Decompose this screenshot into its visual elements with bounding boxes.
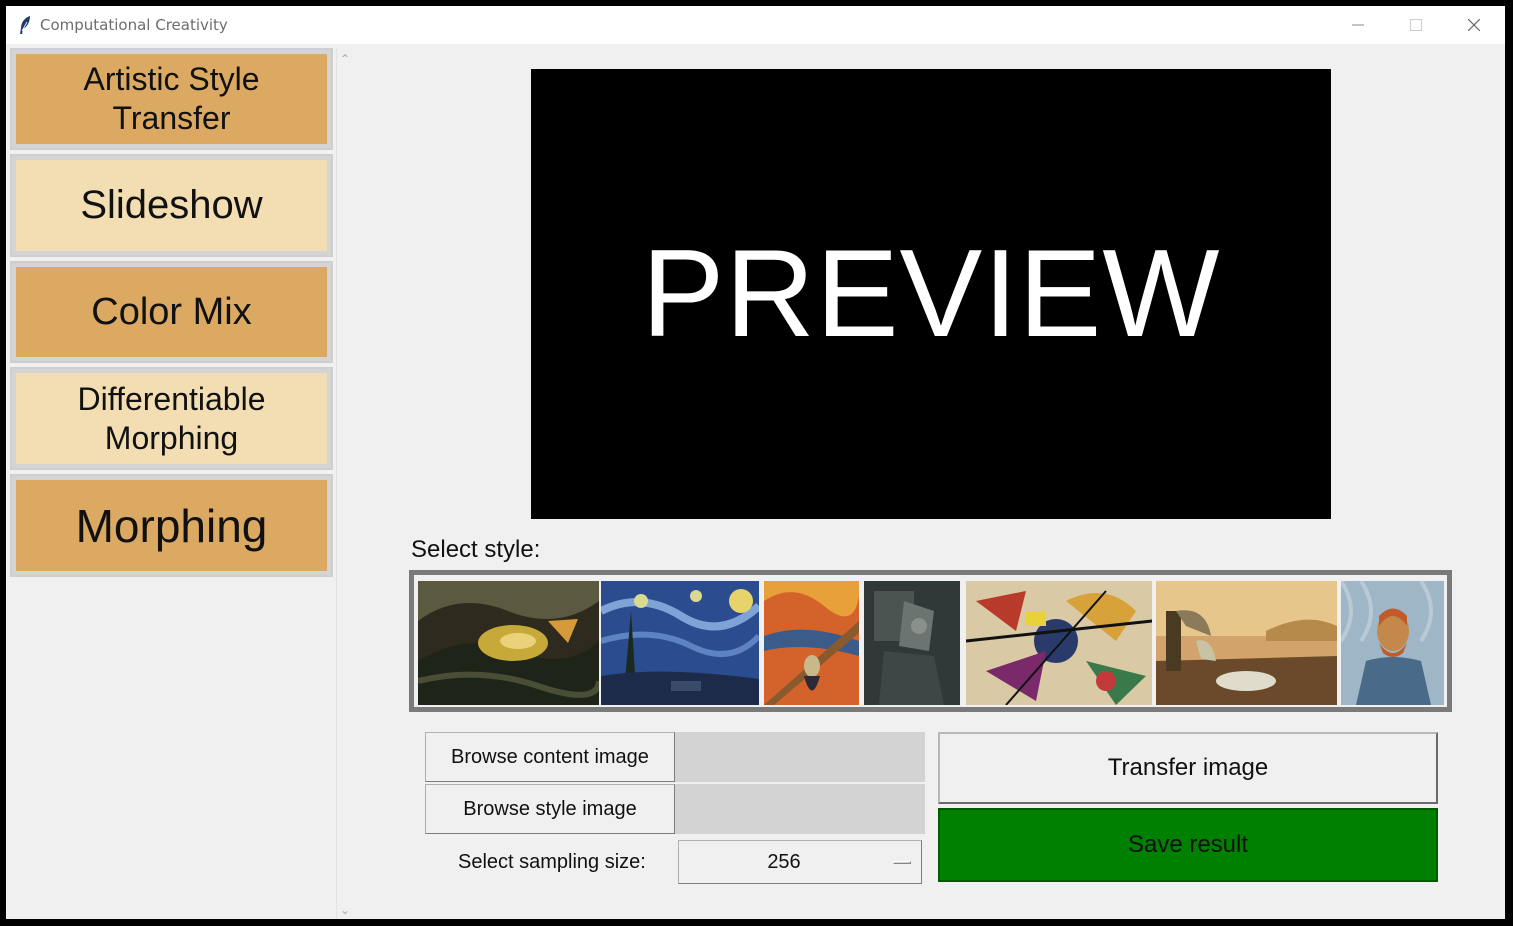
close-button[interactable] xyxy=(1445,6,1503,44)
window-title: Computational Creativity xyxy=(40,16,228,34)
browse-content-button[interactable]: Browse content image xyxy=(425,732,675,782)
turner-shipwreck-painting-icon xyxy=(418,581,599,705)
munch-scream-painting-icon xyxy=(764,581,859,705)
app-window: Computational Creativity Artistic Style … xyxy=(6,6,1505,919)
van-gogh-self-portrait-painting-icon xyxy=(1341,581,1444,705)
style-thumbnail-van-gogh-self-portrait[interactable] xyxy=(1341,581,1444,705)
option-menu-indicator-icon xyxy=(893,861,911,864)
picasso-portrait-painting-icon xyxy=(864,581,960,705)
chevron-down-icon[interactable]: ⌄ xyxy=(340,903,350,917)
transfer-image-button[interactable]: Transfer image xyxy=(938,732,1438,804)
content-path-field[interactable] xyxy=(675,732,925,782)
sidebar-item-label: Transfer xyxy=(112,100,231,136)
sidebar-item-differentiable-morphing[interactable]: Differentiable Morphing xyxy=(10,367,333,470)
minimize-icon xyxy=(1352,24,1364,26)
sampling-size-value: 256 xyxy=(767,851,801,873)
title-bar: Computational Creativity xyxy=(6,6,1505,44)
style-thumbnail-the-scream[interactable] xyxy=(764,581,859,705)
style-path-field[interactable] xyxy=(675,784,925,834)
chevron-up-icon[interactable]: ⌃ xyxy=(340,52,350,66)
maximize-icon xyxy=(1410,19,1422,31)
sidebar-item-label: Differentiable xyxy=(77,380,266,417)
sampling-size-label: Select sampling size: xyxy=(458,851,646,873)
style-thumbnail-starry-night[interactable] xyxy=(601,581,759,705)
sampling-size-select[interactable]: 256 xyxy=(678,840,922,884)
browse-style-button[interactable]: Browse style image xyxy=(425,784,675,834)
style-thumbnail-turner-shipwreck[interactable] xyxy=(418,581,599,705)
sidebar-item-slideshow[interactable]: Slideshow xyxy=(10,154,333,257)
sidebar-item-label: Morphing xyxy=(104,419,239,456)
sidebar-item-label: Morphing xyxy=(75,499,268,552)
select-style-label: Select style: xyxy=(411,536,541,563)
close-icon xyxy=(1468,19,1480,31)
sidebar: Artistic Style Transfer Slideshow Color … xyxy=(10,48,335,919)
sidebar-item-artistic-style-transfer[interactable]: Artistic Style Transfer xyxy=(10,48,333,150)
save-result-button[interactable]: Save result xyxy=(938,808,1438,882)
dali-persistence-of-memory-painting-icon xyxy=(1156,581,1337,705)
sidebar-item-label: Slideshow xyxy=(80,183,263,227)
preview-placeholder-text: PREVIEW xyxy=(641,225,1221,363)
feather-icon xyxy=(18,15,32,35)
sidebar-item-label: Artistic Style xyxy=(83,61,260,97)
van-gogh-starry-night-painting-icon xyxy=(601,581,759,705)
style-thumbnail-kandinsky-composition[interactable] xyxy=(966,581,1152,705)
style-thumbnail-picasso-portrait[interactable] xyxy=(864,581,960,705)
sidebar-item-morphing[interactable]: Morphing xyxy=(10,474,333,577)
vertical-scrollbar[interactable]: ⌃ ⌄ xyxy=(336,48,355,919)
maximize-button[interactable] xyxy=(1387,6,1445,44)
style-thumbnail-persistence-of-memory[interactable] xyxy=(1156,581,1337,705)
kandinsky-composition-painting-icon xyxy=(966,581,1152,705)
preview-canvas: PREVIEW xyxy=(531,69,1331,519)
sidebar-item-color-mix[interactable]: Color Mix xyxy=(10,261,333,363)
style-gallery xyxy=(409,570,1452,712)
sidebar-item-label: Color Mix xyxy=(91,290,252,333)
minimize-button[interactable] xyxy=(1329,6,1387,44)
